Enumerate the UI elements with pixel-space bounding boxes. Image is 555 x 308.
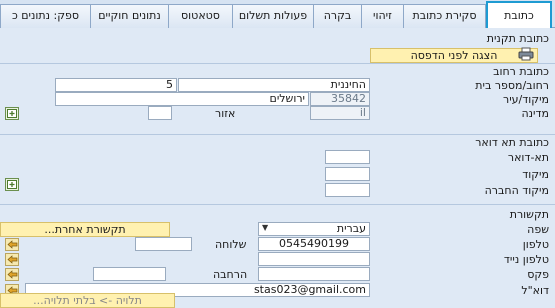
region-label: אזור <box>215 107 236 120</box>
tab-status[interactable]: סטאטוס <box>168 4 233 28</box>
print-preview-button[interactable]: הצגה לפני הדפסה <box>370 48 538 63</box>
fax-extension-label: הרחבה <box>213 268 248 281</box>
fax-field[interactable] <box>258 267 370 281</box>
tab-identification[interactable]: זיהוי <box>361 4 404 28</box>
country-label: מדינה <box>521 107 549 120</box>
details-arrow-icon[interactable] <box>5 268 19 281</box>
other-communication-label: תקשורת אחרת... <box>44 223 126 236</box>
tab-vendor-data[interactable]: ספק: נתונים כ <box>0 4 91 28</box>
divider <box>0 204 555 205</box>
tab-legal-data[interactable]: נתונים חוקיים <box>90 4 169 28</box>
tab-control[interactable]: בקרה <box>313 4 362 28</box>
fax-label: פקס <box>527 268 549 281</box>
postal-city-label: מיקוד/עיר <box>503 93 549 106</box>
language-label: שפה <box>527 223 549 236</box>
street-field[interactable]: החיננית <box>178 78 370 92</box>
tab-bar: ספק: נתונים כ נתונים חוקיים סטאטוס פעולו… <box>0 0 555 29</box>
phone-field[interactable]: 0545490199 <box>258 237 370 251</box>
postal-code-field[interactable]: 35842 <box>310 92 370 106</box>
chevron-down-icon[interactable]: ▼ <box>262 223 268 232</box>
tab-payment-transactions[interactable]: פעולות תשלום <box>232 4 314 28</box>
po-box-address-title: כתובת תא דואר <box>475 136 549 149</box>
other-communication-button[interactable]: תקשורת אחרת... <box>0 222 170 237</box>
company-postal-label: מיקוד החברה <box>484 184 549 197</box>
house-number-field[interactable]: 5 <box>55 78 177 92</box>
address-panel: כתובת תקנית הצגה לפני הדפסה כתובת רחוב ר… <box>0 28 555 308</box>
phone-label: טלפון <box>522 238 549 251</box>
po-postal-label: מיקוד <box>522 168 549 181</box>
po-postal-field[interactable] <box>325 167 370 181</box>
divider <box>0 134 555 135</box>
language-select[interactable]: עברית <box>258 222 370 236</box>
tab-address-overview[interactable]: סקירת כתובת <box>403 4 486 28</box>
dependency-toggle-button[interactable]: תלויה -> בלתי תלויה... <box>0 293 175 308</box>
tab-address[interactable]: כתובת <box>486 1 552 29</box>
po-box-field[interactable] <box>325 150 370 164</box>
standard-address-title: כתובת תקנית <box>486 32 549 45</box>
mobile-label: טלפון נייד <box>503 253 549 266</box>
fax-extension-field[interactable] <box>93 267 166 281</box>
more-fields-icon[interactable] <box>5 107 19 120</box>
extension-label: שלוחה <box>215 238 247 251</box>
more-fields-icon[interactable] <box>5 178 19 191</box>
divider <box>0 63 555 64</box>
details-arrow-icon[interactable] <box>5 253 19 266</box>
street-number-label: רחוב/מספר בית <box>475 79 549 92</box>
communication-title: תקשורת <box>509 208 549 221</box>
po-box-label: תא-דואר <box>507 151 549 164</box>
street-address-title: כתובת רחוב <box>493 65 549 78</box>
extension-field[interactable] <box>135 237 192 251</box>
printer-icon <box>518 47 534 61</box>
region-field[interactable] <box>148 106 172 120</box>
email-label: דוא"ל <box>521 284 549 297</box>
details-arrow-icon[interactable] <box>5 238 19 251</box>
city-field[interactable]: ירושלים <box>55 92 309 106</box>
country-field[interactable]: il <box>310 106 370 120</box>
print-preview-label: הצגה לפני הדפסה <box>410 49 498 62</box>
company-postal-field[interactable] <box>325 183 370 197</box>
dependency-toggle-label: תלויה -> בלתי תלויה... <box>33 294 142 307</box>
mobile-field[interactable] <box>258 252 370 266</box>
